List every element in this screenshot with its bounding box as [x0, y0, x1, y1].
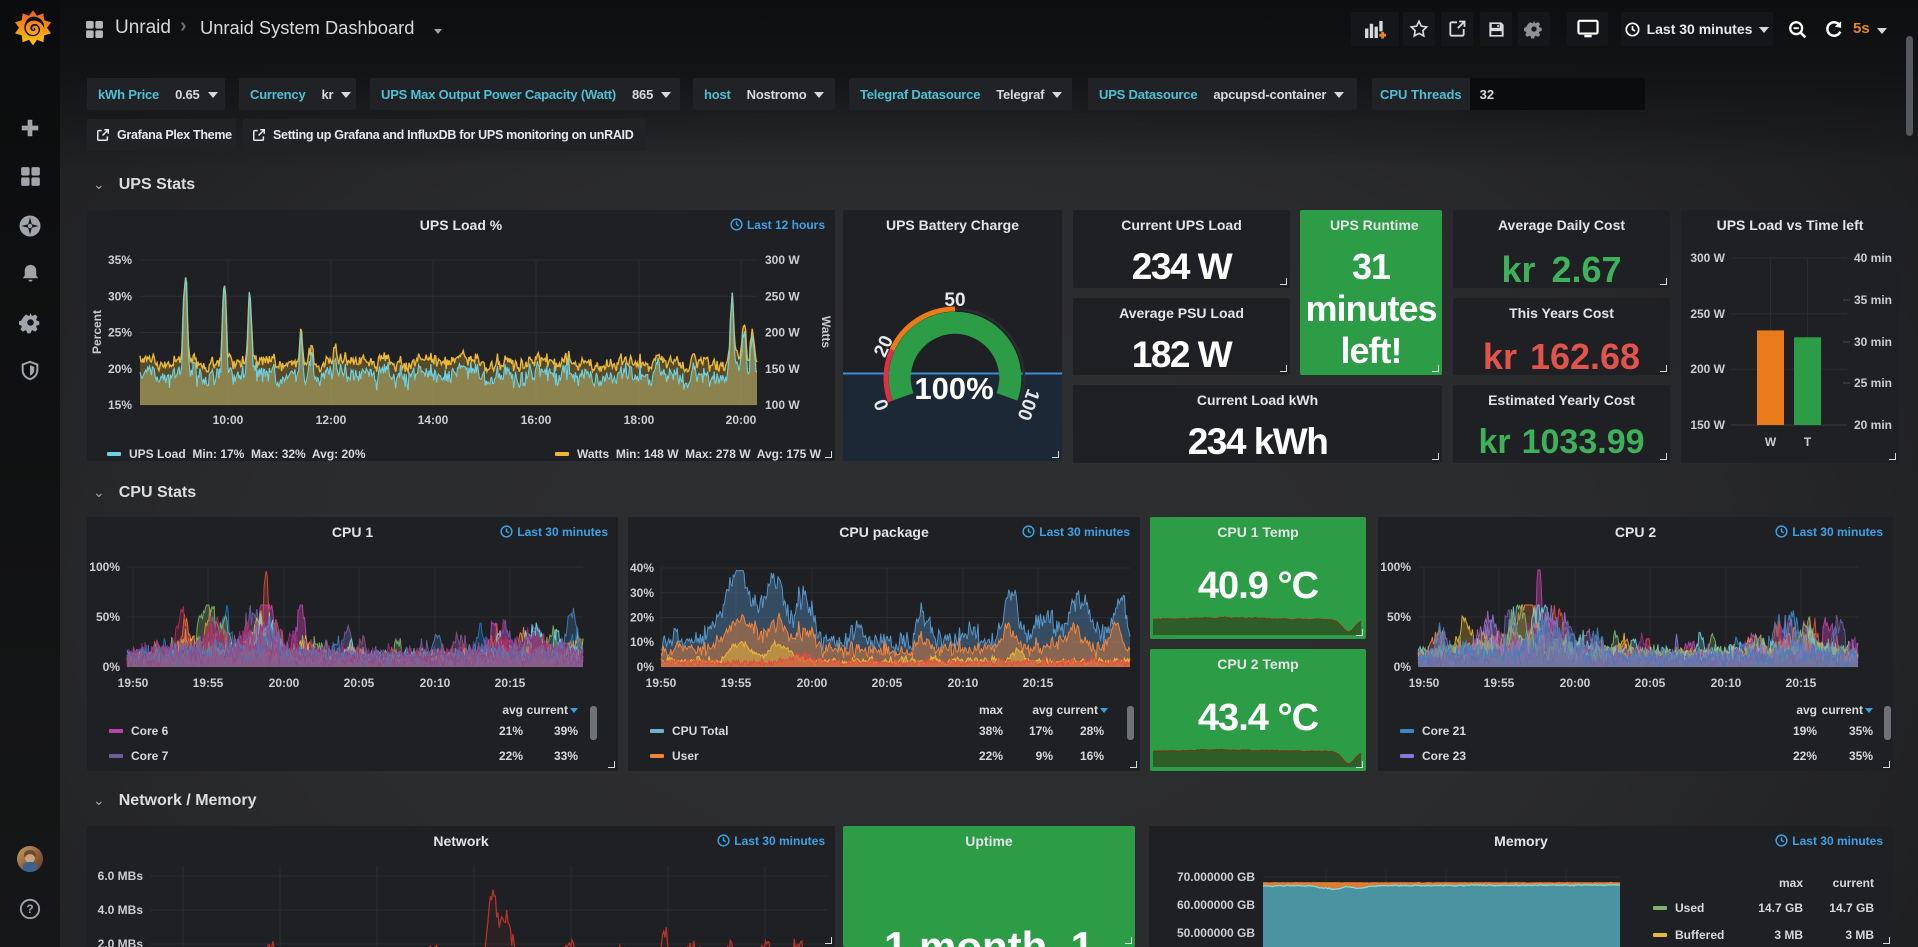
svg-text:35 min: 35 min [1854, 293, 1892, 307]
svg-text:12:00: 12:00 [316, 413, 347, 427]
svg-text:300 W: 300 W [765, 253, 800, 267]
svg-text:4.0 MBs: 4.0 MBs [98, 903, 144, 917]
svg-text:20%: 20% [108, 362, 132, 376]
svg-text:70.000000 GB: 70.000000 GB [1177, 870, 1255, 884]
svg-text:0%: 0% [1394, 660, 1412, 674]
svg-text:50: 50 [944, 290, 965, 311]
svg-text:20%: 20% [630, 611, 654, 625]
svg-text:25%: 25% [108, 326, 132, 340]
svg-text:19:50: 19:50 [1409, 676, 1440, 690]
svg-text:10%: 10% [630, 635, 654, 649]
svg-text:20:00: 20:00 [269, 676, 300, 690]
svg-text:30%: 30% [108, 289, 132, 303]
svg-text:6.0 MBs: 6.0 MBs [98, 869, 144, 883]
svg-text:100%: 100% [914, 371, 993, 406]
svg-text:T: T [1804, 435, 1812, 449]
svg-text:20 min: 20 min [1854, 418, 1892, 432]
svg-text:20:10: 20:10 [948, 676, 979, 690]
svg-text:20:00: 20:00 [726, 413, 757, 427]
svg-text:?: ? [26, 902, 33, 916]
svg-text:Percent: Percent [90, 310, 104, 354]
svg-text:50%: 50% [96, 610, 120, 624]
svg-text:250 W: 250 W [765, 289, 800, 303]
svg-text:20:05: 20:05 [344, 676, 375, 690]
svg-text:19:55: 19:55 [721, 676, 752, 690]
svg-text:19:55: 19:55 [1484, 676, 1515, 690]
svg-text:20:00: 20:00 [797, 676, 828, 690]
svg-text:19:50: 19:50 [646, 676, 677, 690]
svg-text:16:00: 16:00 [521, 413, 552, 427]
svg-text:20:05: 20:05 [872, 676, 903, 690]
svg-text:200 W: 200 W [765, 326, 800, 340]
svg-text:250 W: 250 W [1690, 307, 1725, 321]
svg-text:30%: 30% [630, 586, 654, 600]
svg-text:100%: 100% [89, 560, 120, 574]
svg-text:150 W: 150 W [1690, 418, 1725, 432]
svg-text:100%: 100% [1380, 560, 1411, 574]
svg-text:19:55: 19:55 [193, 676, 224, 690]
svg-text:2.0 MBs: 2.0 MBs [98, 937, 144, 947]
svg-text:20:05: 20:05 [1635, 676, 1666, 690]
svg-text:10:00: 10:00 [213, 413, 244, 427]
svg-text:100 W: 100 W [765, 398, 800, 412]
svg-text:0%: 0% [103, 660, 121, 674]
svg-text:200 W: 200 W [1690, 362, 1725, 376]
svg-text:15%: 15% [108, 398, 132, 412]
svg-text:0%: 0% [637, 660, 655, 674]
svg-text:18:00: 18:00 [624, 413, 655, 427]
svg-text:40%: 40% [630, 561, 654, 575]
svg-text:14:00: 14:00 [418, 413, 449, 427]
svg-text:20:10: 20:10 [420, 676, 451, 690]
svg-text:25 min: 25 min [1854, 376, 1892, 390]
svg-text:150 W: 150 W [765, 362, 800, 376]
svg-text:20:00: 20:00 [1560, 676, 1591, 690]
svg-text:19:50: 19:50 [118, 676, 149, 690]
svg-text:50%: 50% [1387, 610, 1411, 624]
svg-text:50.000000 GB: 50.000000 GB [1177, 926, 1255, 940]
svg-text:20:15: 20:15 [1786, 676, 1817, 690]
svg-text:35%: 35% [108, 253, 132, 267]
svg-text:40 min: 40 min [1854, 251, 1892, 265]
svg-text:60.000000 GB: 60.000000 GB [1177, 898, 1255, 912]
svg-text:20:15: 20:15 [495, 676, 526, 690]
svg-text:Watts: Watts [819, 316, 833, 349]
svg-text:20:15: 20:15 [1023, 676, 1054, 690]
svg-text:20:10: 20:10 [1711, 676, 1742, 690]
svg-text:W: W [1765, 435, 1777, 449]
svg-text:30 min: 30 min [1854, 335, 1892, 349]
svg-text:300 W: 300 W [1690, 251, 1725, 265]
